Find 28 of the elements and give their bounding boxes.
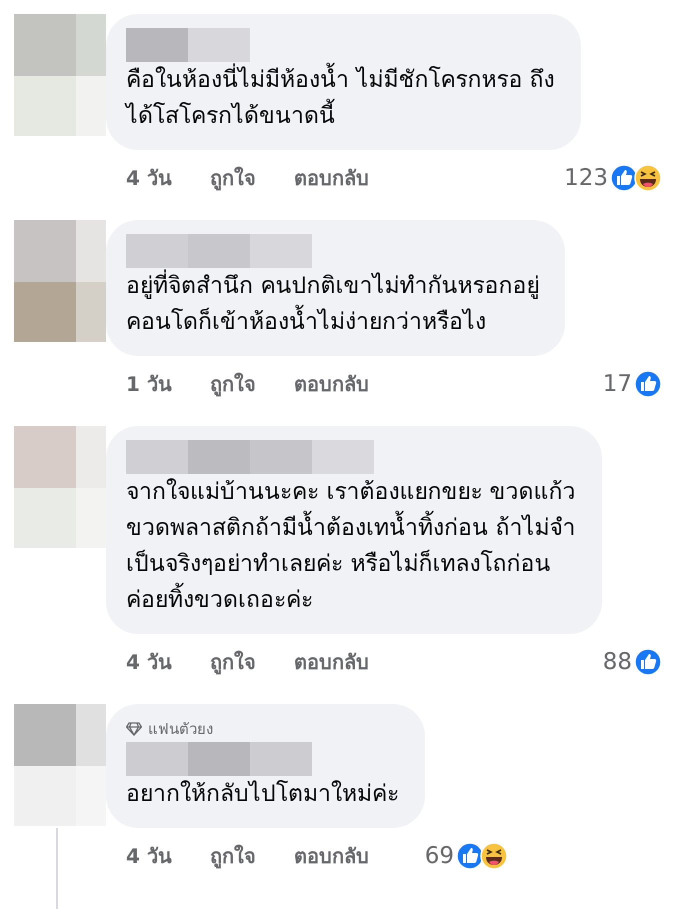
comment-time: 4 วัน [126, 649, 172, 676]
reaction-count: 17 [602, 371, 632, 397]
like-link[interactable]: ถูกใจ [210, 368, 256, 400]
like-reaction-icon [634, 648, 662, 676]
fan-label: แฟนตัวยง [148, 719, 213, 740]
comment-text: คือในห้องนี่ไม่มีห้องน้ำ ไม่มีชักโครกหรอ ถึง ได้โสโครกได้ขนาดนี้ [126, 62, 555, 134]
laughing-emoji-icon [480, 842, 508, 870]
like-reaction-icon [456, 842, 484, 870]
like-link[interactable]: ถูกใจ [210, 162, 256, 194]
comment-time: 4 วัน [126, 843, 172, 870]
comment-text: จากใจแม่บ้านนะคะ เราต้องแยกขยะ ขวดแก้ว ขวดพลาสติกถ้ามีน้ำต้องเทน้ำทิ้งก่อน ถ้าไม่จำ เป็นจริงๆอย่าทำเลยค่ะ หรือไม่ก็เทลงโถก่อน ค่อยทิ้งขวดเถอะค่ะ [126, 477, 576, 615]
reaction-count: 123 [564, 165, 608, 191]
like-link[interactable]: ถูกใจ [210, 646, 256, 678]
like-link[interactable]: ถูกใจ [210, 840, 256, 872]
comment-time: 4 วัน [126, 165, 172, 192]
reply-link[interactable]: ตอบกลับ [294, 162, 369, 194]
like-reaction-icon [634, 370, 662, 398]
reply-link[interactable]: ตอบกลับ [294, 646, 369, 678]
comment-text: อยากให้กลับไปโตมาใหม่ค่ะ [126, 779, 399, 809]
like-reaction-icon [610, 164, 638, 192]
reaction-count: 69 [424, 843, 454, 869]
reply-link[interactable]: ตอบกลับ [294, 368, 369, 400]
laughing-emoji-icon [634, 164, 662, 192]
reply-link[interactable]: ตอบกลับ [294, 840, 369, 872]
comment-time: 1 วัน [126, 371, 172, 398]
comment-text: อยู่ที่จิตสำนึก คนปกติเขาไม่ทำกันหรอกอยู่ คอนโดก็เข้าห้องน้ำไม่ง่ายกว่าหรือไง [126, 268, 540, 340]
reaction-count: 88 [602, 649, 632, 675]
diamond-icon [126, 722, 142, 736]
